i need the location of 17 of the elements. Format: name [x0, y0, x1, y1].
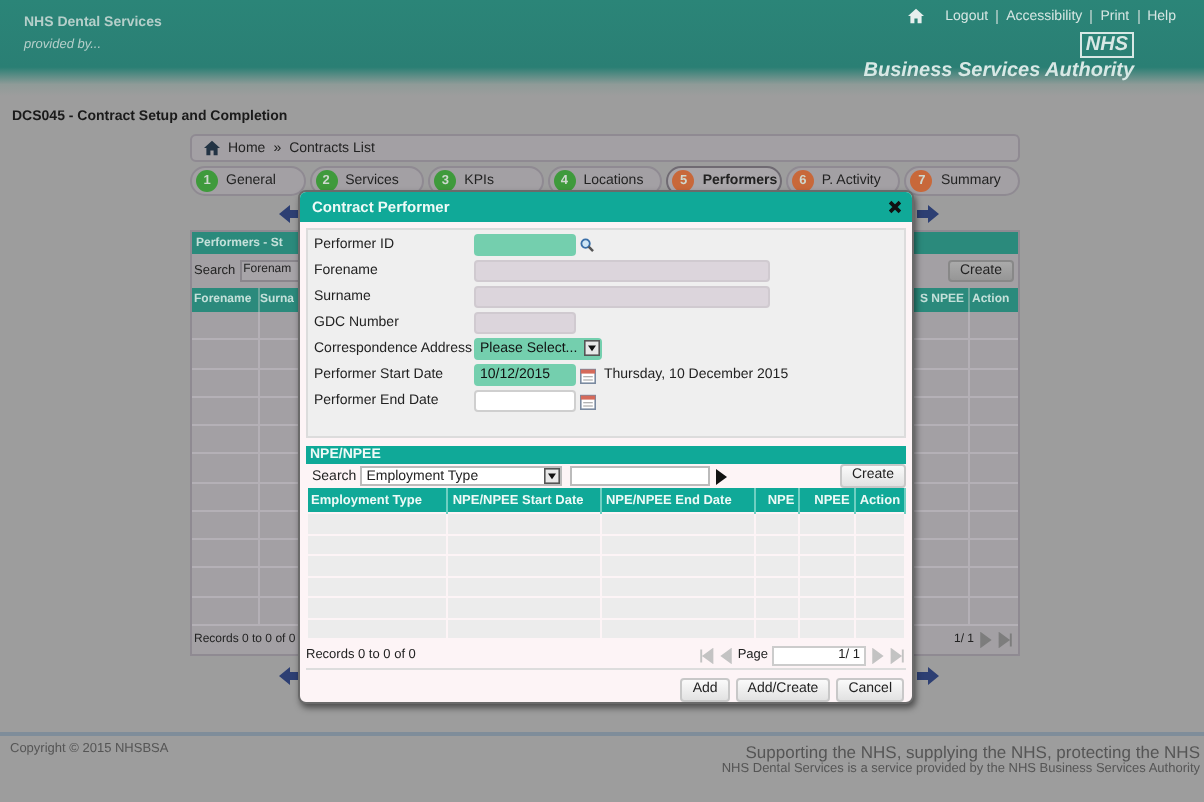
- search-field[interactable]: [570, 466, 711, 487]
- calendar-icon[interactable]: [580, 367, 596, 383]
- forward-arrow-icon[interactable]: [916, 204, 940, 224]
- dropdown-caret-icon[interactable]: [584, 340, 600, 356]
- footer-slogan: Supporting the NHS, supplying the NHS, protecting the NHS: [745, 742, 1200, 762]
- performer-id-field[interactable]: [474, 234, 576, 256]
- go-arrow-icon[interactable]: [714, 467, 729, 486]
- dropdown-caret-icon[interactable]: [544, 468, 561, 485]
- home-icon[interactable]: [907, 8, 924, 24]
- nhs-logo: NHS: [1079, 32, 1134, 58]
- close-icon[interactable]: [888, 200, 902, 214]
- home-icon[interactable]: [204, 140, 220, 156]
- calendar-icon[interactable]: [580, 393, 596, 409]
- search-icon[interactable]: [580, 238, 594, 252]
- authority-name: Business Services Authority: [863, 60, 1134, 82]
- date-field[interactable]: [474, 390, 576, 412]
- forward-arrow-icon[interactable]: [916, 666, 940, 686]
